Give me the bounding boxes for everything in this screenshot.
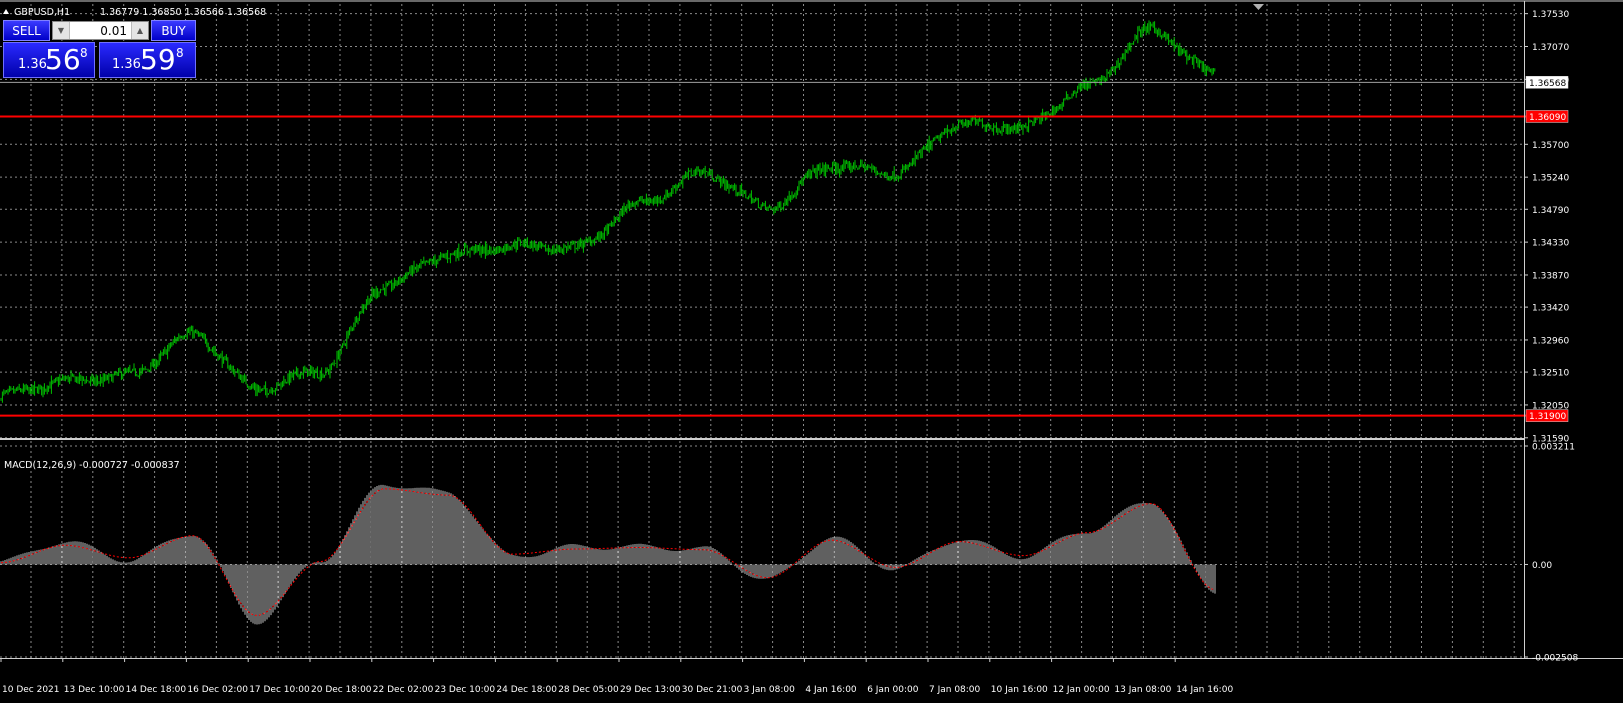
price-tick-label: 1.37070 xyxy=(1532,43,1569,53)
time-tick-label: 4 Jan 16:00 xyxy=(805,685,857,695)
arrow-down-icon[interactable]: ▼ xyxy=(53,22,70,39)
macd-tick-label: -0.002508 xyxy=(1532,654,1578,664)
price-tick-label: 1.35240 xyxy=(1532,174,1569,184)
chart-window[interactable]: 1.375301.370701.366101.357001.352401.347… xyxy=(0,0,1623,703)
sell-button[interactable]: SELL xyxy=(3,20,50,41)
buy-price-fraction: 8 xyxy=(176,46,184,60)
buy-price-box[interactable]: 1.36 59 8 xyxy=(99,42,196,78)
macd-label: MACD(12,26,9) -0.000727 -0.000837 xyxy=(4,460,180,471)
time-tick-label: 23 Dec 10:00 xyxy=(435,685,496,695)
price-tick-label: 1.37530 xyxy=(1532,10,1569,20)
macd-tick-label: 0.003211 xyxy=(1532,443,1575,453)
time-tick-label: 29 Dec 13:00 xyxy=(620,685,681,695)
buy-button[interactable]: BUY xyxy=(151,20,196,41)
ohlc-label: 1.36779 1.36850 1.36566 1.36568 xyxy=(100,7,266,18)
current-price-tag: 1.36568 xyxy=(1529,79,1566,89)
lot-size-input[interactable] xyxy=(70,22,130,39)
time-tick-label: 30 Dec 21:00 xyxy=(682,685,743,695)
symbol-label: GBPUSD,H1 xyxy=(14,7,70,18)
time-tick-label: 10 Jan 16:00 xyxy=(991,685,1048,695)
price-tick-label: 1.33420 xyxy=(1532,304,1569,314)
time-tick-label: 14 Jan 16:00 xyxy=(1176,685,1233,695)
time-tick-label: 3 Jan 08:00 xyxy=(744,685,796,695)
time-tick-label: 13 Jan 08:00 xyxy=(1114,685,1171,695)
time-tick-label: 17 Dec 10:00 xyxy=(249,685,310,695)
time-tick-label: 6 Jan 00:00 xyxy=(867,685,919,695)
time-tick-label: 20 Dec 18:00 xyxy=(311,685,372,695)
price-tick-label: 1.35700 xyxy=(1532,141,1569,151)
time-tick-label: 10 Dec 2021 xyxy=(2,685,60,695)
time-tick-label: 24 Dec 18:00 xyxy=(496,685,557,695)
one-click-trading-panel: SELL ▼ ▲ BUY 1.36 56 8 1.36 59 8 xyxy=(3,20,196,78)
price-tick-label: 1.32960 xyxy=(1532,336,1569,346)
time-tick-label: 7 Jan 08:00 xyxy=(929,685,981,695)
buy-price-prefix: 1.36 xyxy=(112,57,141,72)
sell-price-pips: 56 xyxy=(45,43,81,76)
price-tick-label: 1.34790 xyxy=(1532,206,1569,216)
buy-price-pips: 59 xyxy=(140,43,176,76)
time-tick-label: 22 Dec 02:00 xyxy=(373,685,434,695)
sell-price-fraction: 8 xyxy=(80,46,88,60)
price-tick-label: 1.32510 xyxy=(1532,369,1569,379)
macd-tick-label: 0.00 xyxy=(1532,561,1552,571)
upper-level-tag: 1.36090 xyxy=(1529,113,1566,123)
lot-size-stepper[interactable]: ▼ ▲ xyxy=(52,21,149,40)
price-tick-label: 1.33870 xyxy=(1532,271,1569,281)
time-tick-label: 12 Jan 00:00 xyxy=(1053,685,1110,695)
sell-price-prefix: 1.36 xyxy=(18,57,47,72)
chart-canvas[interactable]: 1.375301.370701.366101.357001.352401.347… xyxy=(0,0,1623,703)
time-tick-label: 13 Dec 10:00 xyxy=(64,685,125,695)
sell-price-box[interactable]: 1.36 56 8 xyxy=(3,42,95,78)
price-tick-label: 1.34330 xyxy=(1532,239,1569,249)
time-tick-label: 28 Dec 05:00 xyxy=(558,685,619,695)
time-tick-label: 16 Dec 02:00 xyxy=(187,685,248,695)
chart-header: GBPUSD,H1 1.36779 1.36850 1.36566 1.3656… xyxy=(3,7,266,18)
lower-level-tag: 1.31900 xyxy=(1529,412,1566,422)
time-tick-label: 14 Dec 18:00 xyxy=(126,685,187,695)
arrow-up-icon[interactable]: ▲ xyxy=(131,22,148,39)
